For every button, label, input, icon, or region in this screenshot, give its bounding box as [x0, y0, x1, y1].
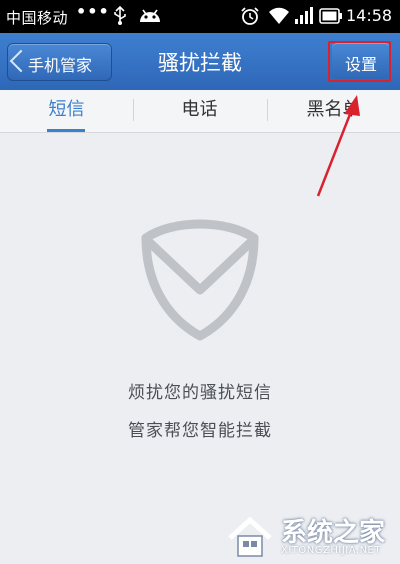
clock-label: 14:58	[346, 6, 393, 25]
notification-dots: •••	[76, 2, 110, 21]
watermark-url: XITONGZHIJIA.NET	[281, 545, 381, 556]
android-icon	[138, 6, 162, 30]
watermark-title: 系统之家	[281, 518, 386, 548]
battery-icon	[319, 7, 343, 29]
signal-icon	[294, 6, 314, 30]
empty-state-line-1: 烦扰您的骚扰短信	[128, 383, 272, 403]
watermark-logo-icon	[226, 514, 276, 564]
annotation-highlight-box	[328, 41, 391, 82]
alarm-icon	[240, 6, 260, 30]
carrier-label: 中国移动	[6, 9, 69, 27]
watermark: 系统之家 XITONGZHIJIA.NET	[226, 510, 398, 562]
shield-icon	[139, 218, 261, 346]
tab-calls[interactable]: 电话	[133, 90, 266, 132]
empty-state-line-2: 管家帮您智能拦截	[128, 421, 272, 441]
usb-icon	[112, 5, 128, 30]
wifi-icon	[268, 6, 290, 30]
status-bar: 中国移动 ••• 14:58	[0, 0, 400, 33]
active-tab-indicator	[47, 129, 85, 132]
annotation-arrow-icon	[300, 88, 370, 204]
tab-sms[interactable]: 短信	[0, 90, 133, 132]
